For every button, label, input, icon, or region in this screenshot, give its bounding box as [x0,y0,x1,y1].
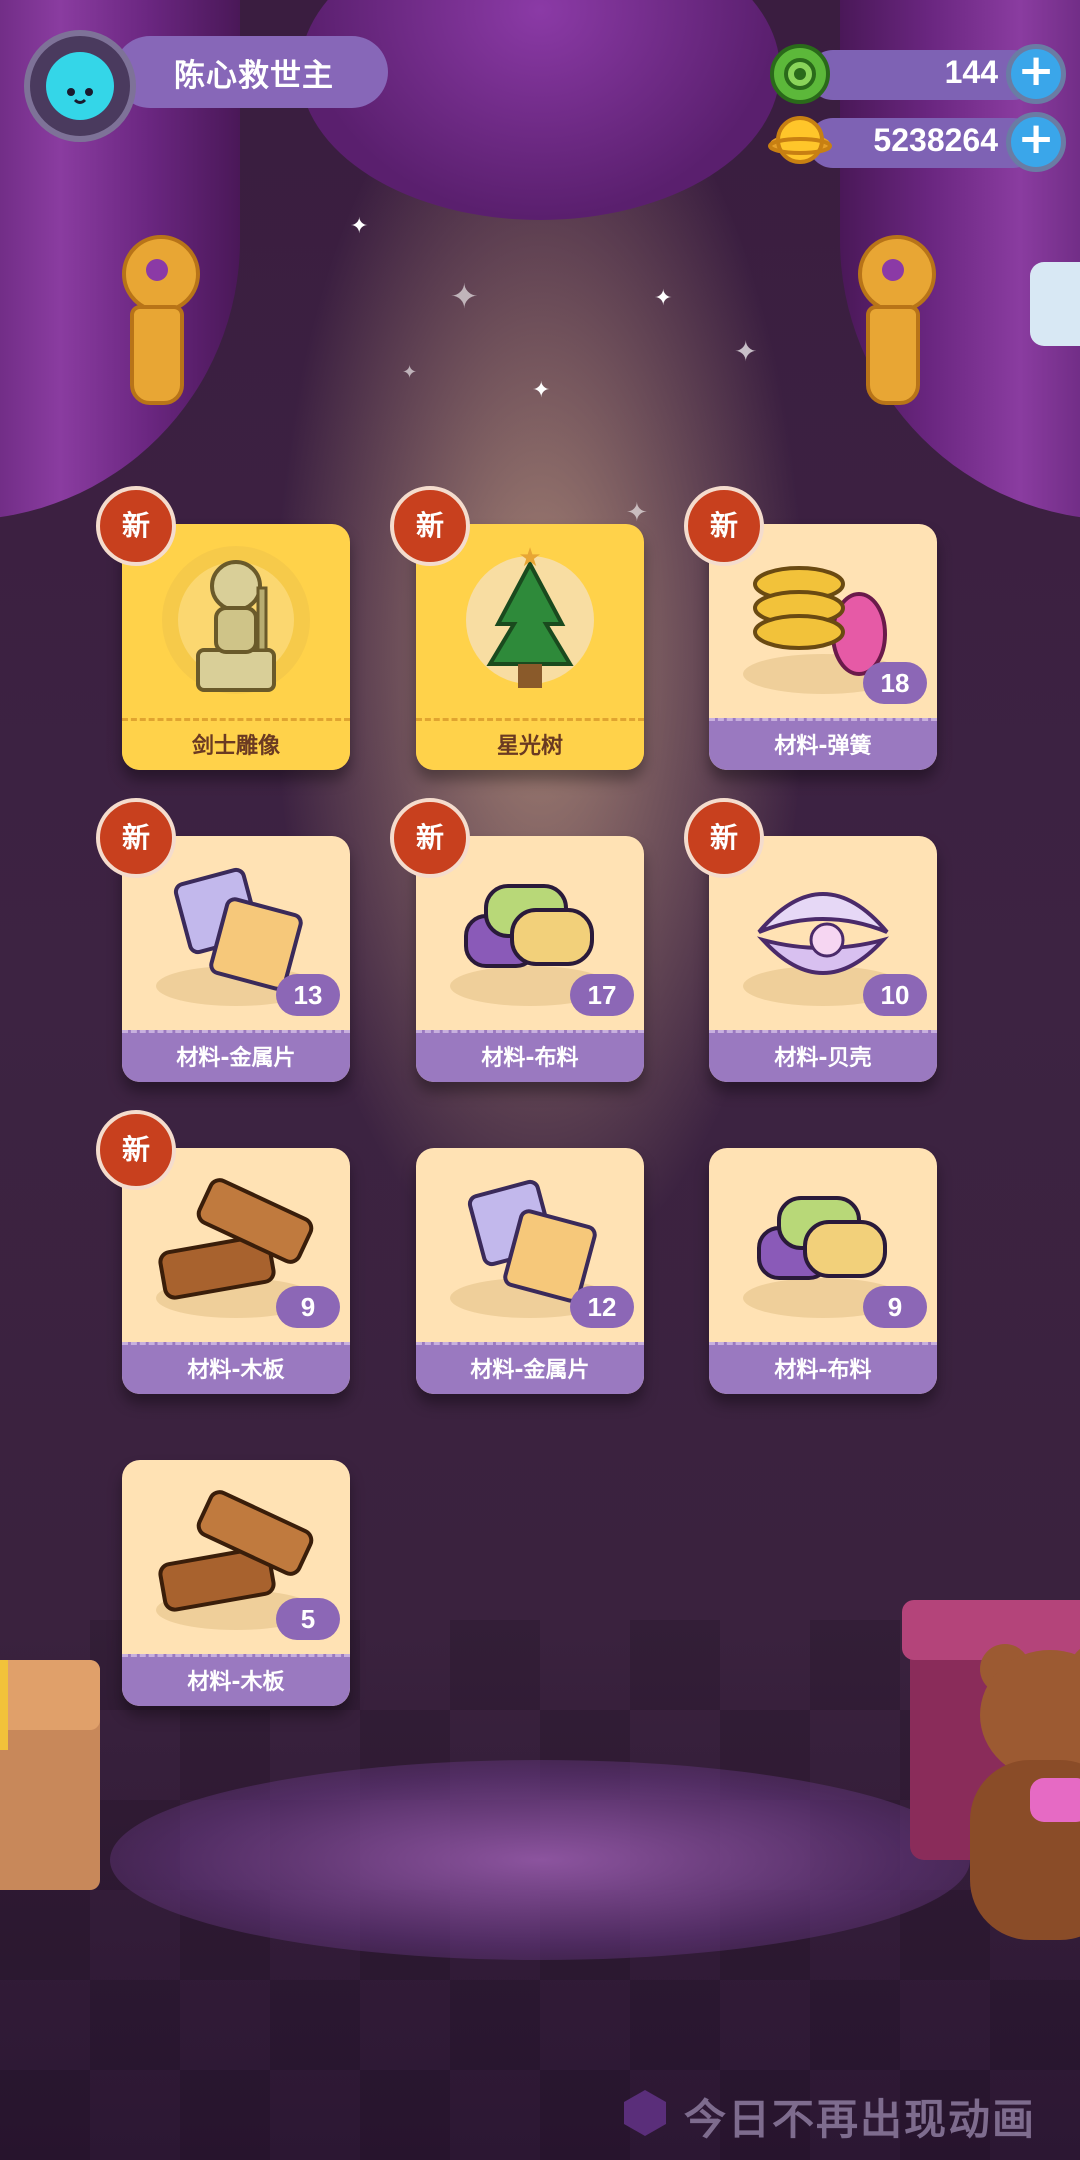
reward-card-fabric[interactable]: 9 材料-布料 [709,1148,937,1394]
reward-card-label: 材料-布料 [709,1342,937,1394]
teddy-bear-decoration [960,1644,1080,1970]
item-count-badge: 12 [570,1286,634,1328]
item-count-badge: 18 [863,662,927,704]
new-badge: 新 [96,1110,176,1190]
cardboard-box-decoration [0,1660,100,1890]
reward-card-label: 材料-金属片 [122,1030,350,1082]
new-badge: 新 [96,798,176,878]
reward-card-metal-sheet[interactable]: 12 材料-金属片 [416,1148,644,1394]
item-count-badge: 9 [276,1286,340,1328]
left-tassel [122,235,200,405]
hexagon-checkbox-icon[interactable] [620,2088,670,2138]
reward-card-label: 材料-木板 [122,1342,350,1394]
reward-card-label: 材料-弹簧 [709,718,937,770]
item-count-badge: 17 [570,974,634,1016]
player-name: 陈心救世主 [174,58,334,94]
sparkle-icon: ✦ [450,277,479,317]
sparkle-icon: ✦ [626,498,648,528]
player-name-pill: 陈心救世主 [114,36,388,108]
player-profile[interactable]: 陈心救世主 [24,30,388,142]
cat-avatar-icon [54,68,106,110]
avatar[interactable] [24,30,136,142]
reward-stage-screen: ✦ ✦ ✦ ✦ ✦ ✦ ✦ 陈心救世主 144 + 5238264 + 剑士雕像… [0,0,1080,2160]
gold-coin-planet-icon [768,116,832,164]
new-badge: 新 [390,798,470,878]
donut-amount: 144 [944,54,998,90]
add-donut-button[interactable]: + [1006,44,1066,104]
new-badge: 新 [390,486,470,566]
side-tab-button[interactable] [1030,262,1080,346]
item-count-badge: 10 [863,974,927,1016]
skip-animation-today-button[interactable]: 今日不再出现动画 [620,2080,1070,2144]
reward-card-label: 剑士雕像 [122,718,350,770]
new-badge: 新 [684,798,764,878]
green-donut-icon [770,44,830,104]
new-badge: 新 [684,486,764,566]
sparkle-icon: ✦ [532,378,551,403]
sparkle-icon: ✦ [734,335,758,368]
right-tassel [858,235,936,405]
sparkle-icon: ✦ [402,362,418,383]
svg-text:★: ★ [518,543,541,573]
sparkle-icon: ✦ [350,214,369,239]
add-coin-button[interactable]: + [1006,112,1066,172]
item-count-badge: 13 [276,974,340,1016]
sparkle-icon: ✦ [654,286,673,311]
reward-card-wood-plank[interactable]: 5 材料-木板 [122,1460,350,1706]
reward-card-label: 材料-金属片 [416,1342,644,1394]
reward-card-label: 材料-贝壳 [709,1030,937,1082]
reward-card-label: 星光树 [416,718,644,770]
skip-animation-label: 今日不再出现动画 [684,2095,1037,2144]
stage-spotlight-floor [110,1760,970,1960]
item-count-badge: 9 [863,1286,927,1328]
reward-card-label: 材料-木板 [122,1654,350,1706]
reward-card-label: 材料-布料 [416,1030,644,1082]
new-badge: 新 [96,486,176,566]
coin-amount: 5238264 [873,122,998,158]
item-count-badge: 5 [276,1598,340,1640]
donut-currency: 144 + [768,44,1068,104]
coin-currency: 5238264 + [768,112,1068,172]
